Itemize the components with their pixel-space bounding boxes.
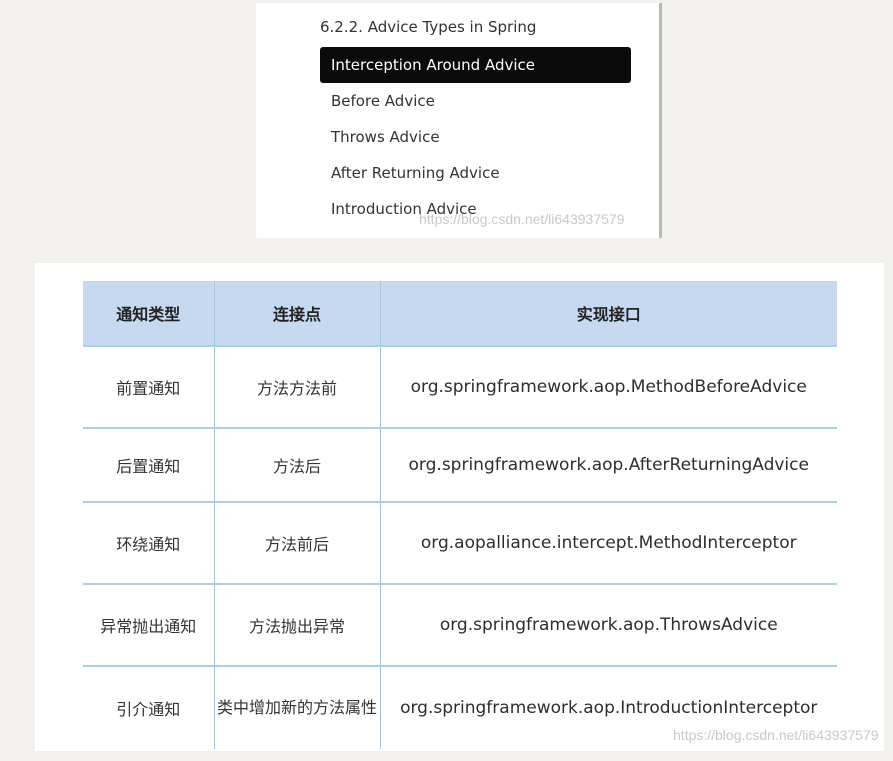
header-advice-type: 通知类型	[83, 281, 215, 346]
cell-join-point: 方法前后	[213, 501, 381, 584]
table-row: 异常抛出通知 方法抛出异常 org.springframework.aop.Th…	[83, 583, 837, 666]
cell-interface: org.aopalliance.intercept.MethodIntercep…	[379, 501, 837, 584]
watermark-bottom: https://blog.csdn.net/li643937579	[673, 727, 879, 743]
toc-heading[interactable]: 6.2.2. Advice Types in Spring	[320, 18, 536, 36]
cell-advice-type: 后置通知	[83, 427, 215, 502]
cell-interface: org.springframework.aop.AfterReturningAd…	[379, 427, 837, 502]
table-row: 前置通知 方法方法前 org.springframework.aop.Metho…	[83, 345, 837, 428]
header-join-point: 连接点	[213, 281, 381, 346]
advice-types-table: 通知类型 连接点 实现接口 前置通知 方法方法前 org.springframe…	[83, 281, 837, 749]
cell-advice-type: 前置通知	[83, 345, 215, 428]
cell-join-point: 方法抛出异常	[213, 583, 381, 666]
cell-advice-type: 引介通知	[83, 665, 215, 749]
cell-advice-type: 环绕通知	[83, 501, 215, 584]
table-row: 环绕通知 方法前后 org.aopalliance.intercept.Meth…	[83, 501, 837, 584]
table-header-row: 通知类型 连接点 实现接口	[83, 281, 837, 346]
cell-join-point: 类中增加新的方法属性	[213, 665, 381, 749]
toc-item-before-advice[interactable]: Before Advice	[320, 83, 631, 119]
cell-interface: org.springframework.aop.MethodBeforeAdvi…	[379, 345, 837, 428]
cell-interface: org.springframework.aop.ThrowsAdvice	[379, 583, 837, 666]
toc-scrollbar[interactable]	[659, 3, 662, 238]
header-interface: 实现接口	[379, 281, 837, 346]
cell-advice-type: 异常抛出通知	[83, 583, 215, 666]
cell-join-point: 方法后	[213, 427, 381, 502]
cell-join-point: 方法方法前	[213, 345, 381, 428]
watermark-top: https://blog.csdn.net/li643937579	[419, 211, 625, 227]
toc-item-interception-around-advice[interactable]: Interception Around Advice	[320, 47, 631, 83]
toc-item-throws-advice[interactable]: Throws Advice	[320, 119, 631, 155]
toc-item-after-returning-advice[interactable]: After Returning Advice	[320, 155, 631, 191]
table-row: 后置通知 方法后 org.springframework.aop.AfterRe…	[83, 427, 837, 502]
toc-panel: 6.2.2. Advice Types in Spring Intercepti…	[256, 3, 662, 238]
toc-list: Interception Around Advice Before Advice…	[320, 47, 631, 227]
advice-table-panel: 通知类型 连接点 实现接口 前置通知 方法方法前 org.springframe…	[35, 263, 884, 751]
